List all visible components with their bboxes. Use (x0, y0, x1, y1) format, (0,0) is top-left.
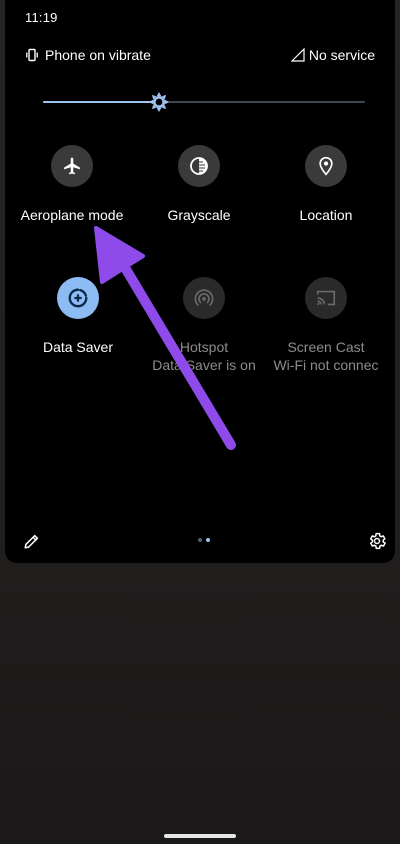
network-status-text: No service (308, 47, 375, 63)
brightness-sun-icon (148, 92, 169, 112)
brightness-slider[interactable] (43, 92, 365, 112)
edit-tiles-button[interactable] (23, 532, 41, 550)
grayscale-icon (190, 157, 208, 175)
gear-icon (369, 532, 386, 550)
tile-grayscale[interactable]: Grayscale (134, 145, 264, 223)
home-indicator-bar[interactable] (164, 834, 236, 838)
brightness-thumb[interactable] (148, 92, 169, 112)
cast-icon (316, 290, 336, 306)
tile-aeroplane-mode-label: Aeroplane mode (20, 207, 124, 223)
hotspot-icon (194, 289, 214, 306)
quick-settings-screen: 11:19 Phone on vibrate No service Aeropl… (0, 0, 400, 844)
page-indicator (198, 538, 210, 542)
tile-hotspot[interactable]: Hotspot Data Saver is on (139, 277, 269, 373)
tile-screen-cast-button[interactable] (305, 277, 347, 319)
pencil-icon (24, 534, 39, 549)
settings-button[interactable] (367, 531, 387, 551)
tile-hotspot-sublabel: Data Saver is on (152, 357, 256, 373)
tile-screen-cast-label: Screen Cast (287, 339, 365, 355)
tile-hotspot-button[interactable] (183, 277, 225, 319)
page-dot (206, 538, 210, 542)
header-status-row: Phone on vibrate No service (25, 47, 375, 67)
ringer-status[interactable]: Phone on vibrate (25, 47, 151, 63)
tile-location[interactable]: Location (261, 145, 391, 223)
tile-screen-cast-sublabel: Wi-Fi not connec (273, 357, 379, 373)
no-signal-icon (290, 48, 305, 62)
page-dot (198, 538, 202, 542)
tile-location-button[interactable] (305, 145, 347, 187)
tile-hotspot-label: Hotspot (179, 339, 229, 355)
location-pin-icon (319, 156, 333, 176)
tile-data-saver-label: Data Saver (42, 339, 114, 355)
network-status[interactable]: No service (290, 47, 375, 63)
tile-data-saver-button[interactable] (57, 277, 99, 319)
airplane-icon (64, 157, 80, 175)
tile-grayscale-label: Grayscale (167, 207, 231, 223)
tile-location-label: Location (299, 207, 353, 223)
data-saver-icon (68, 288, 88, 308)
quick-settings-panel: 11:19 Phone on vibrate No service Aeropl… (5, 0, 395, 563)
tile-grayscale-button[interactable] (178, 145, 220, 187)
vibrate-icon (26, 48, 38, 62)
tile-aeroplane-mode-button[interactable] (51, 145, 93, 187)
tile-aeroplane-mode[interactable]: Aeroplane mode (7, 145, 137, 223)
brightness-fill (43, 101, 159, 103)
tile-screen-cast[interactable]: Screen Cast Wi-Fi not connec (266, 277, 386, 373)
tile-data-saver[interactable]: Data Saver (13, 277, 143, 355)
status-time: 11:19 (25, 10, 58, 25)
ringer-status-text: Phone on vibrate (45, 47, 151, 63)
